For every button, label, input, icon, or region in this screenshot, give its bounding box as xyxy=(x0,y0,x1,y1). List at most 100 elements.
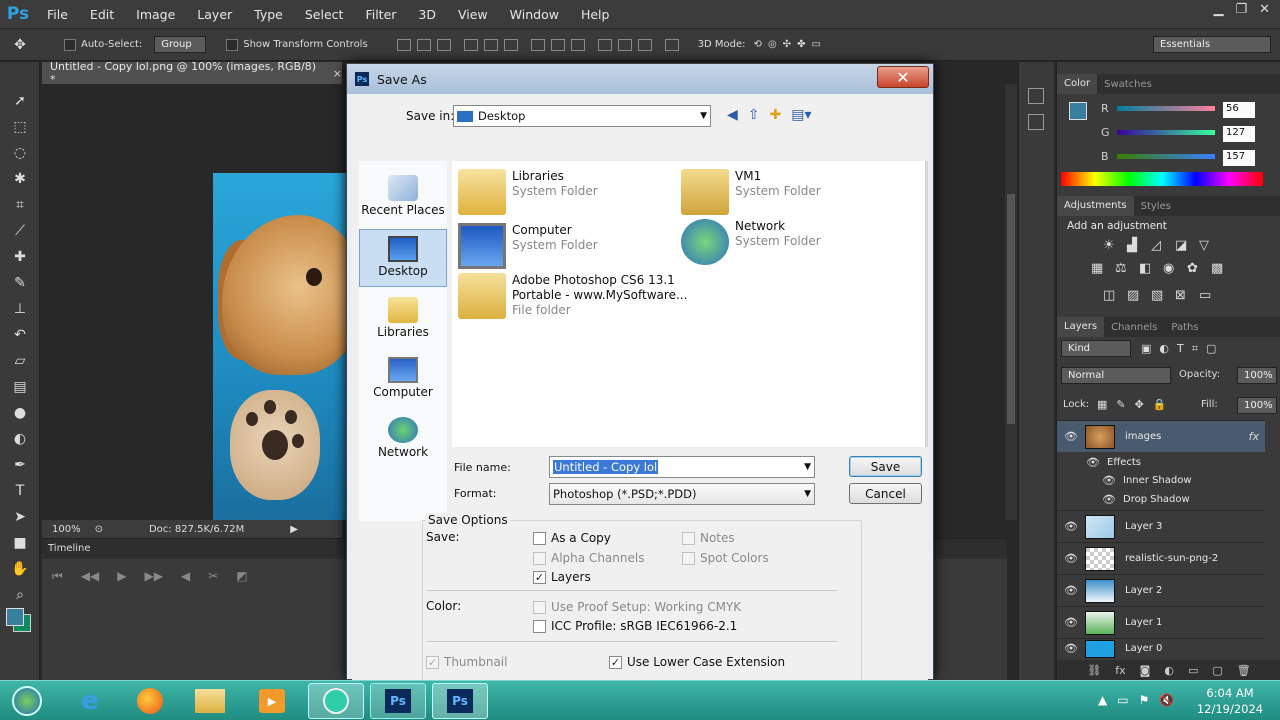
r-slider[interactable] xyxy=(1117,106,1215,111)
tab-color[interactable]: Color xyxy=(1057,74,1098,94)
document-tab[interactable]: Untitled - Copy lol.png @ 100% (images, … xyxy=(42,60,342,86)
next-frame-icon[interactable]: ▶▶ xyxy=(145,569,163,584)
menu-select[interactable]: Select xyxy=(294,7,355,22)
up-folder-icon[interactable]: ⇧ xyxy=(748,107,760,123)
workspace-select[interactable]: Essentials xyxy=(1153,36,1271,53)
menu-layer[interactable]: Layer xyxy=(186,7,243,22)
back-icon[interactable]: ◀ xyxy=(727,107,738,123)
posterize-icon[interactable]: ▨ xyxy=(1127,288,1151,303)
align-hcenter-icon[interactable] xyxy=(483,38,498,51)
file-item-libraries[interactable]: Libraries System Folder xyxy=(458,169,598,215)
tab-paths[interactable]: Paths xyxy=(1164,322,1205,333)
fill-value[interactable]: 100% xyxy=(1237,397,1277,414)
filter-shape-icon[interactable]: ⌗ xyxy=(1192,342,1198,356)
file-item-computer[interactable]: Computer System Folder xyxy=(458,223,598,269)
distribute-top-icon[interactable] xyxy=(530,38,545,51)
distribute-right-icon[interactable] xyxy=(637,38,652,51)
group-select[interactable]: Group xyxy=(154,36,207,53)
layer-row-layer-1[interactable]: 👁 Layer 1 xyxy=(1057,606,1265,638)
start-button[interactable] xyxy=(4,683,50,719)
place-libraries[interactable]: Libraries xyxy=(359,291,447,351)
gradient-map-icon[interactable]: ▭ xyxy=(1199,288,1223,303)
rectangle-tool-icon[interactable]: ■ xyxy=(0,530,40,556)
lower-case-extension-checkbox[interactable]: ✓ Use Lower Case Extension xyxy=(609,655,785,669)
effects-eye-icon[interactable]: 👁 xyxy=(1079,456,1107,469)
black-white-icon[interactable]: ◧ xyxy=(1139,261,1163,276)
menu-type[interactable]: Type xyxy=(243,7,294,22)
taskbar-ie[interactable]: e xyxy=(62,683,118,719)
kind-filter[interactable]: Kind xyxy=(1061,340,1131,358)
history-brush-icon[interactable]: ↶ xyxy=(0,322,40,348)
zoom-level[interactable]: 100% xyxy=(52,524,81,535)
g-slider[interactable] xyxy=(1117,130,1215,135)
effect-drop-shadow[interactable]: 👁 Drop Shadow xyxy=(1057,490,1265,509)
use-proof-setup-checkbox[interactable]: Use Proof Setup: Working CMYK xyxy=(533,600,741,614)
exposure-icon[interactable]: ◪ xyxy=(1175,238,1199,253)
distribute-bottom-icon[interactable] xyxy=(570,38,585,51)
filter-type-icon[interactable]: T xyxy=(1177,342,1184,356)
taskbar-firefox[interactable] xyxy=(122,683,178,719)
visibility-eye-icon[interactable]: 👁 xyxy=(1057,552,1085,565)
threshold-icon[interactable]: ▧ xyxy=(1151,288,1175,303)
volume-muted-icon[interactable]: 🔇 xyxy=(1159,693,1174,707)
filter-pixel-icon[interactable]: ▣ xyxy=(1141,342,1151,356)
status-info-icon[interactable]: ⊙ xyxy=(95,524,103,535)
b-value[interactable]: 157 xyxy=(1223,150,1255,166)
type-tool-icon[interactable]: T xyxy=(0,478,40,504)
lasso-tool-icon[interactable]: ◌ xyxy=(0,140,40,166)
new-adjustment-icon[interactable]: ◐ xyxy=(1164,664,1174,677)
magic-wand-icon[interactable]: ✱ xyxy=(0,166,40,192)
spot-colors-checkbox[interactable]: Spot Colors xyxy=(682,551,769,565)
align-top-icon[interactable] xyxy=(396,38,411,51)
selective-color-icon[interactable]: ⊠ xyxy=(1175,288,1199,303)
taskbar-photoshop-portable[interactable]: Ps xyxy=(370,683,426,719)
3d-slide-icon[interactable]: ✤ xyxy=(797,39,805,50)
path-selection-icon[interactable]: ➤ xyxy=(0,504,40,530)
effect-eye-icon[interactable]: 👁 xyxy=(1095,493,1123,506)
menu-help[interactable]: Help xyxy=(570,7,621,22)
play-icon[interactable]: ▶ xyxy=(117,569,126,584)
canvas-vertical-scrollbar[interactable] xyxy=(1005,84,1017,520)
close-window-icon[interactable]: ✕ xyxy=(1259,2,1270,17)
eyedropper-icon[interactable]: ⟋ xyxy=(0,218,40,244)
distribute-vcenter-icon[interactable] xyxy=(550,38,565,51)
align-right-icon[interactable] xyxy=(503,38,518,51)
tab-channels[interactable]: Channels xyxy=(1104,322,1164,333)
file-item-vm1[interactable]: VM1 System Folder xyxy=(681,169,821,215)
gradient-tool-icon[interactable]: ▤ xyxy=(0,374,40,400)
as-a-copy-checkbox[interactable]: As a Copy xyxy=(533,531,611,545)
auto-align-icon[interactable] xyxy=(664,38,679,51)
photo-filter-icon[interactable]: ◉ xyxy=(1163,261,1187,276)
delete-layer-icon[interactable]: 🗑 xyxy=(1237,664,1251,677)
view-menu-icon[interactable]: ▤▾ xyxy=(791,107,811,123)
color-lookup-icon[interactable]: ▩ xyxy=(1211,261,1235,276)
visibility-eye-icon[interactable]: 👁 xyxy=(1057,520,1085,533)
color-swatches[interactable] xyxy=(0,608,39,648)
icc-profile-checkbox[interactable]: ICC Profile: sRGB IEC61966-2.1 xyxy=(533,619,737,633)
levels-icon[interactable]: ▟ xyxy=(1127,238,1151,253)
effect-eye-icon[interactable]: 👁 xyxy=(1095,474,1123,487)
brightness-icon[interactable]: ☀ xyxy=(1103,238,1127,253)
curves-icon[interactable]: ◿ xyxy=(1151,238,1175,253)
layers-checkbox[interactable]: ✓ Layers xyxy=(533,570,591,584)
3d-pan-icon[interactable]: ✣ xyxy=(783,39,791,50)
link-layers-icon[interactable]: ⛓ xyxy=(1087,664,1101,677)
b-slider[interactable] xyxy=(1117,154,1215,159)
crop-tool-icon[interactable]: ⌗ xyxy=(0,192,40,218)
auto-select-checkbox[interactable] xyxy=(64,38,81,51)
menu-file[interactable]: File xyxy=(36,7,79,22)
format-select[interactable]: Photoshop (*.PSD;*.PDD) ▼ xyxy=(549,483,815,505)
distribute-hcenter-icon[interactable] xyxy=(617,38,632,51)
3d-rotate-icon[interactable]: ⟲ xyxy=(754,39,762,50)
channel-mixer-icon[interactable]: ✿ xyxy=(1187,261,1211,276)
tab-adjustments[interactable]: Adjustments xyxy=(1057,196,1134,216)
color-spectrum[interactable] xyxy=(1061,172,1263,186)
3d-roll-icon[interactable]: ◎ xyxy=(768,39,777,50)
file-item-network[interactable]: Network System Folder xyxy=(681,219,821,265)
r-value[interactable]: 56 xyxy=(1223,102,1255,118)
taskbar-explorer[interactable] xyxy=(182,683,238,719)
align-vcenter-icon[interactable] xyxy=(416,38,431,51)
audio-icon[interactable]: ◀ xyxy=(181,569,190,584)
add-style-icon[interactable]: fx xyxy=(1115,664,1125,677)
vibrance-icon[interactable]: ▽ xyxy=(1199,238,1223,253)
